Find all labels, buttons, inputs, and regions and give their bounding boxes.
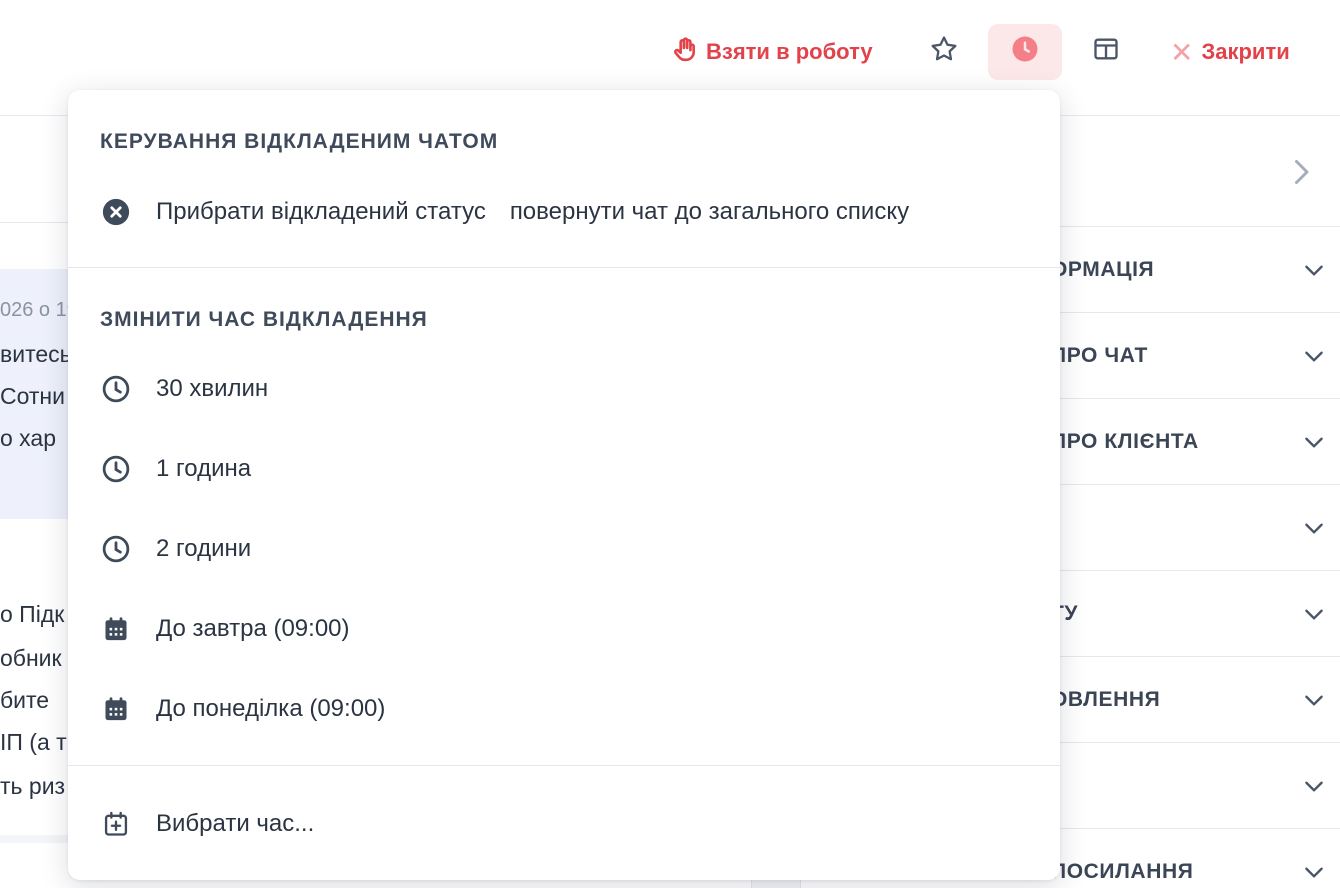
snooze-option-label: 30 хвилин: [156, 375, 269, 402]
message-line: обник: [0, 645, 62, 671]
hand-icon: [672, 36, 698, 68]
snooze-button[interactable]: [988, 24, 1062, 80]
calendar-plus-icon: [100, 808, 132, 840]
message-line: ІП (а т: [0, 729, 67, 755]
snooze-option-1h[interactable]: 1 година: [100, 449, 251, 489]
chevron-down-icon: [1301, 859, 1327, 888]
pick-custom-time-item[interactable]: Вибрати час...: [100, 804, 314, 844]
snooze-option-label: До понеділка (09:00): [156, 695, 386, 722]
chevron-down-icon: [1301, 515, 1327, 546]
section-label: ОРМАЦІЯ: [1051, 258, 1155, 281]
snooze-option-monday[interactable]: До понеділка (09:00): [100, 689, 385, 729]
calendar-icon: [100, 693, 132, 725]
chevron-right-icon: [1291, 157, 1311, 192]
chevron-down-icon: [1301, 773, 1327, 804]
clock-icon: [100, 453, 132, 485]
cancel-circle-icon: [100, 196, 132, 228]
clock-icon: [100, 533, 132, 565]
clock-icon: [100, 373, 132, 405]
snooze-option-label: До завтра (09:00): [156, 615, 350, 642]
snooze-option-label: 2 години: [156, 535, 252, 562]
message-line: ть риз: [0, 773, 66, 799]
section-label: ПОСИЛАННЯ: [1051, 860, 1194, 883]
message-line: Сотни: [0, 383, 65, 409]
chevron-down-icon: [1301, 429, 1327, 460]
section-label: ПРО КЛІЄНТА: [1051, 430, 1199, 453]
message-line: витесь: [0, 341, 72, 367]
close-label: Закрити: [1201, 39, 1290, 64]
close-icon: ✕: [1170, 36, 1194, 68]
remove-snooze-item[interactable]: Прибрати відкладений статус повернути чат…: [100, 192, 909, 232]
chevron-down-icon: [1301, 343, 1327, 374]
favorite-button[interactable]: [916, 24, 972, 80]
toggle-panel-button[interactable]: [1078, 24, 1134, 80]
menu-divider: [68, 267, 1060, 268]
snooze-option-2h[interactable]: 2 години: [100, 529, 251, 569]
change-section-title: ЗМІНИТИ ЧАС ВІДКЛАДЕННЯ: [100, 308, 428, 331]
chevron-down-icon: [1301, 687, 1327, 718]
section-label: ПРО ЧАТ: [1051, 344, 1148, 367]
message-line: бите: [0, 687, 50, 713]
take-to-work-button[interactable]: Взяти в роботу: [672, 24, 873, 80]
clock-icon: [1010, 34, 1040, 70]
section-label: ОВЛЕННЯ: [1051, 688, 1161, 711]
message-meta: 026 о 19: [0, 299, 78, 321]
message-line: о Підк: [0, 601, 65, 627]
snooze-option-tomorrow[interactable]: До завтра (09:00): [100, 609, 350, 649]
chevron-down-icon: [1301, 601, 1327, 632]
manage-section-title: КЕРУВАННЯ ВІДКЛАДЕНИМ ЧАТОМ: [100, 130, 499, 153]
panel-layout-icon: [1092, 35, 1120, 69]
remove-snooze-hint: повернути чат до загального списку: [509, 198, 910, 225]
snooze-option-30min[interactable]: 30 хвилин: [100, 369, 268, 409]
message-line: о хар: [0, 425, 57, 451]
snooze-dropdown-menu: КЕРУВАННЯ ВІДКЛАДЕНИМ ЧАТОМ Прибрати від…: [68, 90, 1060, 880]
chevron-down-icon: [1301, 257, 1327, 288]
calendar-icon: [100, 613, 132, 645]
star-icon: [929, 34, 959, 70]
remove-snooze-label: Прибрати відкладений статус: [156, 198, 486, 225]
close-chat-button[interactable]: ✕ Закрити: [1170, 24, 1290, 80]
pick-custom-time-label: Вибрати час...: [156, 810, 315, 837]
take-to-work-label: Взяти в роботу: [706, 39, 873, 64]
snooze-option-label: 1 година: [156, 455, 252, 482]
menu-divider: [68, 765, 1060, 766]
